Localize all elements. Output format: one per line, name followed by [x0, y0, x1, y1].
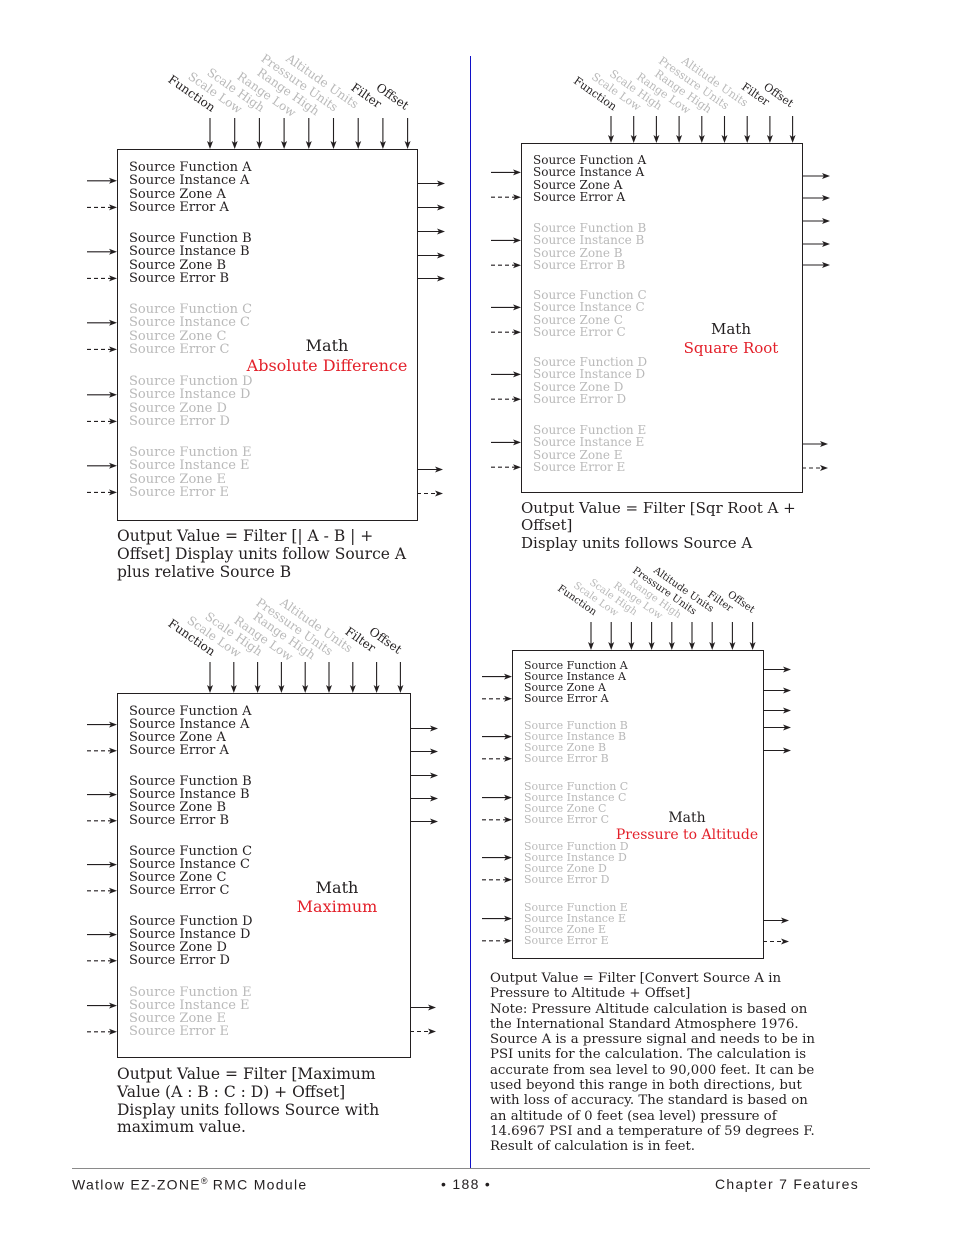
function-caption: Output Value = Filter [Convert Source A …: [490, 971, 820, 1154]
param-arrow-offset: [749, 622, 756, 650]
error-arrow: [763, 938, 789, 945]
footer-product-suffix: RMC Module: [207, 1176, 308, 1193]
footer-product: Watlow EZ-ZONE® RMC Module: [72, 1176, 307, 1193]
input-arrow-instance-3: [482, 854, 512, 861]
footer-chapter: Chapter 7 Features: [715, 1176, 860, 1192]
input-arrow-error-2: [482, 816, 512, 823]
caption-line: the International Standard Atmosphere 19…: [490, 1016, 799, 1032]
footer-brand: Watlow EZ-ZONE: [72, 1176, 201, 1193]
math-function-name: Pressure to Altitude: [615, 827, 759, 843]
caption-line: with loss of accuracy. The standard is b…: [490, 1093, 808, 1109]
output-value-arrow: [763, 917, 789, 924]
output-arrow-value-2: [763, 707, 791, 714]
caption-line: Pressure to Altitude + Offset]: [490, 986, 691, 1002]
caption-line: used beyond this range in both direction…: [490, 1077, 802, 1093]
param-arrow-altitude-units: [709, 622, 716, 650]
input-label-source-error-c: Source Error C: [524, 813, 610, 827]
param-arrow-range-high: [668, 622, 675, 650]
math-title: Math: [668, 810, 706, 826]
page-number: • 188 •: [441, 1176, 492, 1192]
output-arrow-value-3: [763, 724, 791, 731]
param-arrow-scale-low: [608, 622, 615, 650]
param-arrow-range-low: [648, 622, 655, 650]
caption-line: Output Value = Filter [Convert Source A …: [490, 971, 782, 986]
output-arrow-value-0: [763, 666, 791, 673]
input-arrow-error-4: [482, 937, 512, 944]
input-arrow-error-0: [482, 695, 512, 702]
input-arrow-instance-2: [482, 794, 512, 801]
input-label-source-error-a: Source Error A: [524, 692, 609, 706]
param-arrow-pressure-units: [689, 622, 695, 650]
caption-line: accurate from sea level to 90,000 feet. …: [490, 1062, 815, 1078]
output-arrow-value-1: [763, 687, 791, 694]
input-arrow-instance-0: [482, 673, 512, 680]
output-arrow-value-4: [763, 747, 791, 754]
caption-line: PSI units for the calculation. The calcu…: [490, 1047, 807, 1063]
input-arrow-instance-1: [482, 733, 512, 740]
param-arrow-function: [588, 622, 594, 650]
caption-line: 14.6967 PSI and a temperature of 59 degr…: [490, 1123, 815, 1139]
input-label-source-error-e: Source Error E: [524, 934, 609, 948]
input-label-source-error-b: Source Error B: [524, 752, 609, 766]
input-arrow-error-3: [482, 876, 512, 883]
input-label-source-error-d: Source Error D: [524, 873, 610, 887]
param-arrow-filter: [729, 622, 736, 650]
registered-mark: ®: [200, 1176, 208, 1186]
footer-rule: [72, 1168, 870, 1169]
caption-line: an altitude of 0 feet (sea level) pressu…: [490, 1108, 777, 1124]
caption-line: Result of calculation is in feet.: [490, 1139, 696, 1155]
caption-line: Source A is a pressure signal and needs …: [490, 1032, 815, 1048]
input-arrow-instance-4: [482, 915, 512, 922]
param-arrow-scale-high: [628, 622, 635, 650]
input-arrow-error-1: [482, 755, 512, 762]
caption-line: Note: Pressure Altitude calculation is b…: [490, 1001, 808, 1017]
